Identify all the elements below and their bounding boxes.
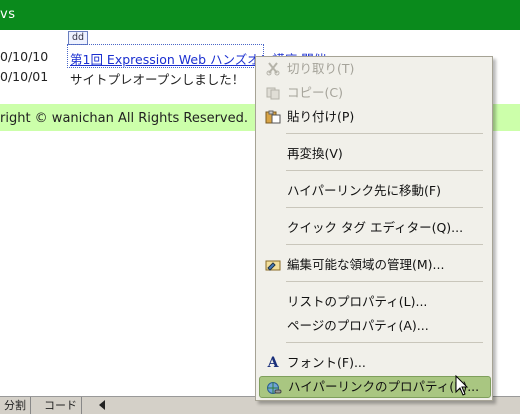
copyright-text: right © wanichan All Rights Reserved.	[0, 111, 249, 126]
menu-separator	[286, 170, 483, 171]
menu-item-label: 編集可能な領域の管理(M)...	[287, 257, 445, 272]
editable-region-icon	[265, 258, 281, 272]
menu-item-follow-hyperlink[interactable]: ハイパーリンク先に移動(F)	[259, 180, 489, 202]
menu-item-label: ページのプロパティ(A)...	[287, 318, 429, 333]
menu-item-label: 切り取り(T)	[287, 61, 355, 76]
menu-item-label: 貼り付け(P)	[287, 109, 355, 124]
menu-separator	[286, 133, 483, 134]
menu-item-page-properties[interactable]: ページのプロパティ(A)...	[259, 315, 489, 337]
news-title: vs	[0, 7, 16, 22]
news-date: 0/10/01	[0, 69, 49, 84]
menu-item-label: ハイパーリンクのプロパティ(K)...	[288, 379, 480, 394]
hyperlink-properties-icon	[266, 381, 282, 395]
menu-item-quick-tag-editor[interactable]: クイック タグ エディター(Q)...	[259, 217, 489, 239]
font-icon: A	[267, 355, 279, 371]
tab-split[interactable]: 分割	[0, 397, 31, 414]
menu-item-list-properties[interactable]: リストのプロパティ(L)...	[259, 291, 489, 313]
menu-separator	[286, 342, 483, 343]
copy-icon	[265, 86, 281, 100]
news-text: サイトプレオープンしました！	[70, 72, 245, 87]
menu-item-label: クイック タグ エディター(Q)...	[287, 220, 464, 235]
menu-item-cut[interactable]: 切り取り(T)	[259, 58, 489, 80]
menu-item-label: コピー(C)	[287, 85, 343, 100]
menu-item-font[interactable]: A フォント(F)...	[259, 352, 489, 374]
scissors-icon	[265, 62, 281, 76]
scroll-left-icon[interactable]	[99, 400, 105, 410]
context-menu: 切り取り(T) コピー(C) 貼り付け(P) 再変換(V) ハイパーリンク先に移…	[255, 56, 493, 401]
news-date: 0/10/10	[0, 49, 49, 64]
menu-item-paste[interactable]: 貼り付け(P)	[259, 106, 489, 128]
dd-tag-label: dd	[68, 31, 89, 45]
tab-code[interactable]: コード	[40, 397, 82, 414]
menu-item-manage-editable-regions[interactable]: 編集可能な領域の管理(M)...	[259, 254, 489, 276]
menu-item-label: 再変換(V)	[287, 146, 343, 161]
mouse-cursor-icon	[455, 375, 469, 396]
menu-item-copy[interactable]: コピー(C)	[259, 82, 489, 104]
news-header: vs	[0, 0, 520, 30]
menu-separator	[286, 207, 483, 208]
menu-item-label: ハイパーリンク先に移動(F)	[287, 183, 441, 198]
menu-item-label: リストのプロパティ(L)...	[287, 294, 428, 309]
menu-separator	[286, 281, 483, 282]
menu-item-label: フォント(F)...	[287, 355, 366, 370]
menu-item-reconvert[interactable]: 再変換(V)	[259, 143, 489, 165]
paste-icon	[265, 110, 281, 124]
menu-separator	[286, 244, 483, 245]
